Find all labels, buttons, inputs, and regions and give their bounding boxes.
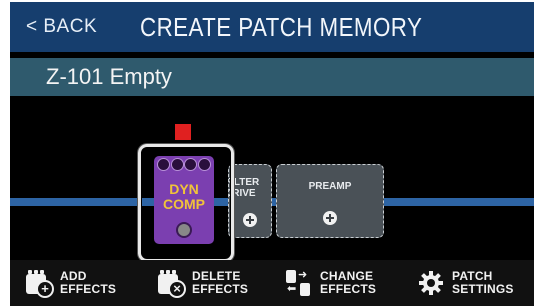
patch-name-bar[interactable]: Z-101 Empty: [10, 58, 534, 96]
patch-settings-button[interactable]: PATCH SETTINGS: [418, 260, 514, 306]
page-title: CREATE PATCH MEMORY: [140, 12, 423, 42]
delete-effects-label: DELETE EFFECTS: [192, 269, 249, 296]
change-effects-label: CHANGE EFFECTS: [320, 269, 377, 296]
effect-pedal-dyn-comp[interactable]: DYN COMP: [154, 156, 214, 244]
delete-effect-icon: ×: [158, 270, 184, 296]
header-bar: < BACK CREATE PATCH MEMORY: [10, 2, 534, 52]
plus-circle-icon[interactable]: [243, 213, 257, 227]
add-effects-label: ADD EFFECTS: [60, 269, 117, 296]
knob-icon: [198, 159, 210, 170]
pedal-knobs: [158, 159, 210, 173]
knob-icon: [185, 159, 197, 170]
knob-icon: [171, 159, 183, 170]
knob-icon: [158, 159, 169, 170]
add-effect-icon: +: [26, 270, 52, 296]
gear-icon: [418, 270, 444, 296]
footswitch-icon: [178, 224, 190, 236]
device-screen: < BACK CREATE PATCH MEMORY Z-101 Empty F…: [10, 2, 534, 306]
effect-slot-filter-drive[interactable]: FILTER DRIVE: [228, 164, 272, 238]
back-button[interactable]: < BACK: [26, 16, 97, 38]
plus-circle-icon[interactable]: [323, 211, 337, 225]
patch-name: Z-101 Empty: [46, 64, 172, 89]
slot-label: PREAMP: [308, 181, 352, 192]
delete-effects-button[interactable]: × DELETE EFFECTS: [158, 260, 248, 306]
swap-effects-icon: ➜ ⬅: [286, 270, 312, 296]
patch-settings-label: PATCH SETTINGS: [452, 269, 514, 296]
signal-chain-line: [10, 198, 534, 206]
change-effects-button[interactable]: ➜ ⬅ CHANGE EFFECTS: [286, 260, 376, 306]
add-effects-button[interactable]: + ADD EFFECTS: [26, 260, 116, 306]
effect-slot-preamp[interactable]: PREAMP: [276, 164, 384, 238]
pedal-label: DYN COMP: [163, 181, 205, 212]
effect-on-indicator: [175, 124, 191, 140]
bottom-toolbar: + ADD EFFECTS × DELETE EFFECTS ➜ ⬅ CHANGE…: [10, 260, 534, 306]
